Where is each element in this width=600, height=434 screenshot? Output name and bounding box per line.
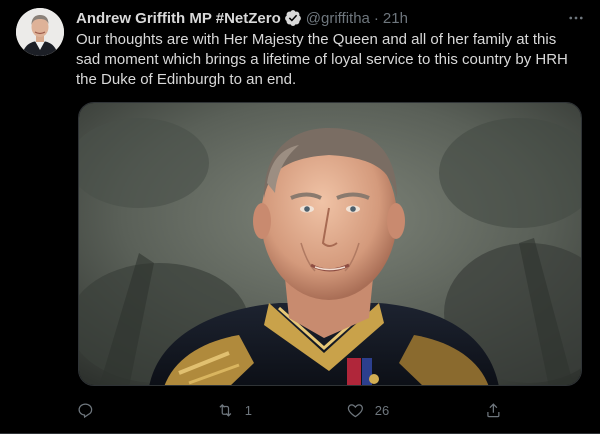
heart-icon — [347, 403, 363, 417]
retweet-icon — [219, 403, 232, 417]
tweet-timestamp[interactable]: 21h — [383, 10, 408, 27]
reply-button[interactable] — [76, 398, 105, 422]
author-display-name[interactable]: Andrew Griffith MP #NetZero — [76, 10, 281, 27]
like-button[interactable]: 26 — [346, 398, 389, 422]
tweet-card[interactable]: Andrew Griffith MP #NetZero @griffitha ·… — [0, 0, 600, 434]
avatar-photo — [16, 8, 64, 56]
share-icon — [487, 402, 500, 417]
tweet-text: Our thoughts are with Her Majesty the Qu… — [76, 31, 568, 88]
more-options-icon[interactable] — [566, 8, 586, 28]
share-button[interactable] — [484, 398, 513, 422]
author-avatar[interactable] — [16, 8, 64, 56]
author-handle[interactable]: @griffitha — [306, 10, 370, 27]
tweet-media-photo[interactable] — [78, 102, 582, 386]
retweet-count: 1 — [244, 402, 252, 418]
tweet-actions-bar: 1 26 — [76, 398, 506, 422]
header-separator: · — [373, 9, 379, 27]
reply-icon — [78, 403, 93, 418]
like-count: 26 — [374, 402, 390, 418]
tweet-header: Andrew Griffith MP #NetZero @griffitha ·… — [76, 8, 408, 28]
portrait-image — [79, 103, 581, 385]
verified-badge-icon — [284, 9, 302, 27]
retweet-button[interactable]: 1 — [216, 398, 252, 422]
